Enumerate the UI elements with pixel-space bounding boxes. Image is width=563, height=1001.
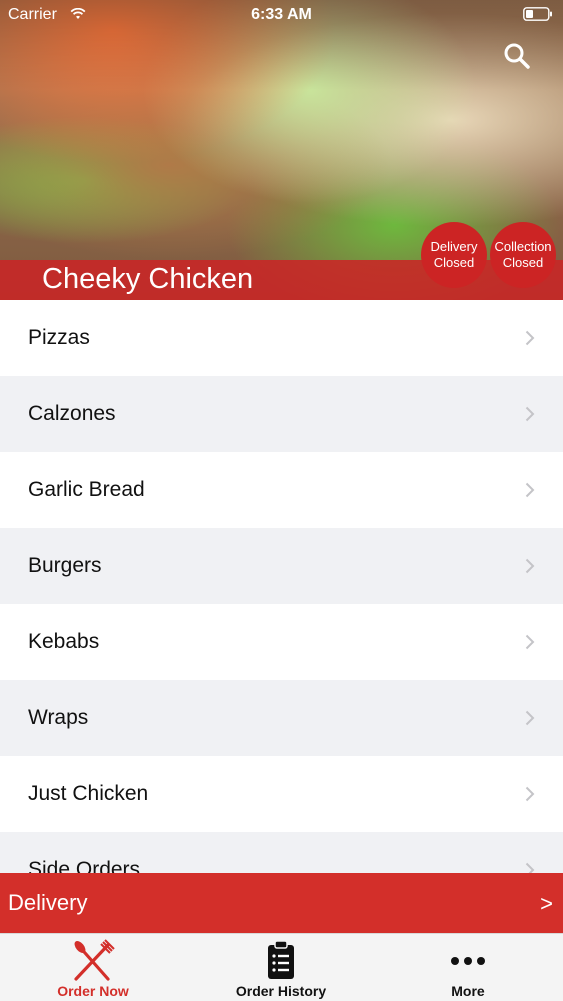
collection-status-badge: Collection Closed xyxy=(490,222,556,288)
restaurant-title: Cheeky Chicken xyxy=(42,263,254,295)
more-dots-icon xyxy=(451,957,485,965)
chevron-right-icon xyxy=(525,862,535,873)
tab-order-now-label: Order Now xyxy=(57,983,129,999)
status-bar: Carrier 6:33 AM xyxy=(0,0,563,30)
category-row-kebabs[interactable]: Kebabs xyxy=(0,604,563,680)
battery-icon xyxy=(523,7,552,21)
chevron-right-icon xyxy=(525,558,535,574)
delivery-status-badge: Delivery Closed xyxy=(421,222,487,288)
search-icon[interactable] xyxy=(503,42,531,70)
tab-order-history[interactable]: Order History xyxy=(211,934,351,1001)
category-label: Pizzas xyxy=(28,326,90,349)
delivery-mode-bar[interactable]: Delivery > xyxy=(0,873,563,933)
delivery-mode-label: Delivery xyxy=(8,890,88,915)
category-row-burgers[interactable]: Burgers xyxy=(0,528,563,604)
category-label: Garlic Bread xyxy=(28,478,145,501)
tab-order-history-label: Order History xyxy=(235,983,327,999)
category-label: Just Chicken xyxy=(28,782,149,805)
chevron-right-icon xyxy=(525,406,535,422)
chevron-right-icon xyxy=(525,330,535,346)
category-label: Burgers xyxy=(28,554,102,577)
category-row-calzones[interactable]: Calzones xyxy=(0,376,563,452)
delivery-status-line2: Closed xyxy=(433,255,475,270)
chevron-right-icon xyxy=(525,482,535,498)
tab-bar: Order Now Order History More xyxy=(0,933,563,1001)
fork-knife-icon xyxy=(74,939,115,981)
clipboard-list-icon xyxy=(268,940,294,979)
category-row-wraps[interactable]: Wraps xyxy=(0,680,563,756)
chevron-right-icon xyxy=(525,786,535,802)
chevron-right-icon xyxy=(525,710,535,726)
tab-order-now[interactable]: Order Now xyxy=(23,934,163,1001)
delivery-status-line1: Delivery xyxy=(430,239,478,254)
category-row-garlic-bread[interactable]: Garlic Bread xyxy=(0,452,563,528)
category-row-pizzas[interactable]: Pizzas xyxy=(0,300,563,376)
category-label: Calzones xyxy=(28,402,116,425)
category-row-just-chicken[interactable]: Just Chicken xyxy=(0,756,563,832)
chevron-right-icon xyxy=(525,634,535,650)
category-row-side-orders[interactable]: Side Orders xyxy=(0,832,563,873)
tab-more-label: More xyxy=(451,983,485,999)
category-label: Wraps xyxy=(28,706,89,729)
status-time: 6:33 AM xyxy=(251,6,312,23)
tab-more[interactable]: More xyxy=(398,934,538,1001)
category-label: Side Orders xyxy=(28,858,141,873)
collection-status-line2: Closed xyxy=(502,255,544,270)
category-list: Pizzas Calzones Garlic Bread Burgers Keb… xyxy=(0,300,563,873)
collection-status-line1: Collection xyxy=(494,239,552,254)
delivery-arrow-icon: > xyxy=(540,891,553,916)
category-label: Kebabs xyxy=(28,630,100,653)
